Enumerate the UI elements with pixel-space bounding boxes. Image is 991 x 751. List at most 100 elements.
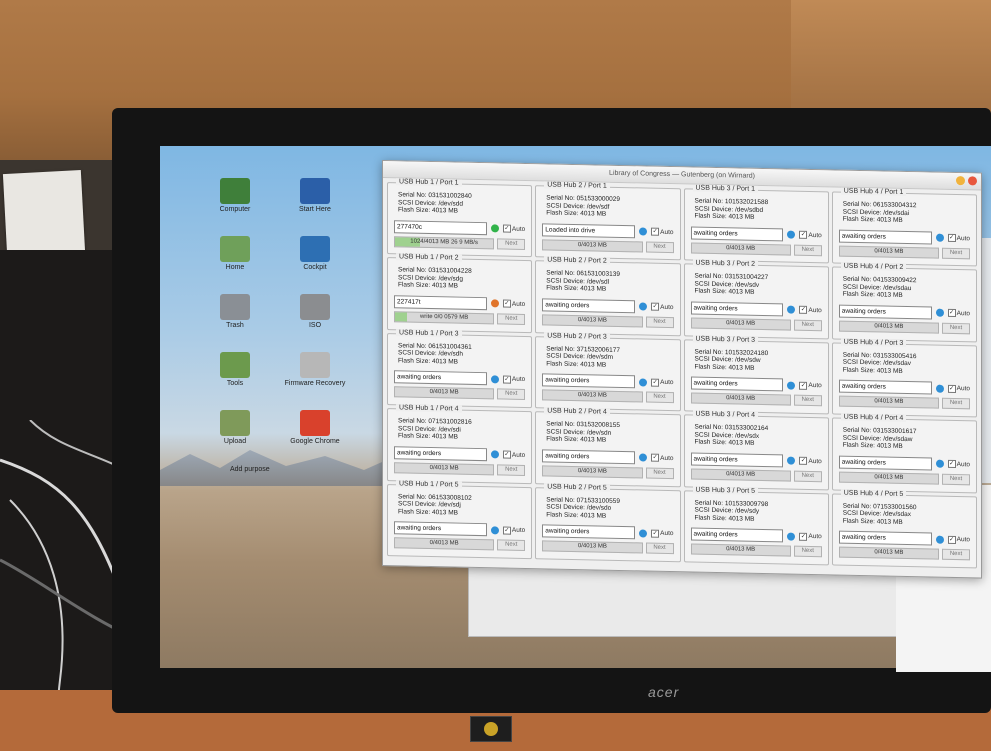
usb-port-panel: USB Hub 1 / Port 5 Serial No: 0615330081… [387,479,533,560]
checkbox-icon[interactable]: ✓ [799,456,808,466]
checkbox-icon[interactable]: ✓ [651,378,660,387]
checkbox-icon[interactable]: ✓ [651,303,660,312]
order-input[interactable]: awaiting orders [542,298,636,314]
next-button[interactable]: Next [942,322,970,335]
next-button[interactable]: Next [793,244,822,256]
desktop-icon[interactable]: Firmware Recovery [280,352,350,388]
port-title: USB Hub 4 / Port 1 [840,187,907,196]
next-button[interactable]: Next [645,316,674,328]
auto-checkbox[interactable]: ✓ Auto [502,224,525,233]
close-button[interactable] [968,176,977,186]
checkbox-icon[interactable]: ✓ [947,535,956,544]
auto-checkbox[interactable]: ✓ Auto [651,453,674,462]
progress-text: 0/4013 MB [726,244,756,252]
auto-checkbox[interactable]: ✓ Auto [947,460,970,469]
next-button[interactable]: Next [497,464,526,476]
next-button[interactable]: Next [497,313,526,325]
auto-checkbox[interactable]: ✓ Auto [651,227,674,236]
next-button[interactable]: Next [793,470,822,482]
auto-checkbox[interactable]: ✓ Auto [799,230,822,239]
desktop-icon[interactable]: Start Here [280,178,350,214]
minimize-button[interactable] [956,176,965,186]
auto-checkbox[interactable]: ✓ Auto [651,303,674,312]
checkbox-icon[interactable]: ✓ [502,526,511,535]
order-input[interactable]: 277470c [394,219,487,235]
checkbox-icon[interactable]: ✓ [502,375,511,384]
checkbox-icon[interactable]: ✓ [502,450,511,459]
auto-checkbox[interactable]: ✓ Auto [799,532,822,541]
gutenberg-app-window[interactable]: Library of Congress — Gutenberg (on Wirn… [382,160,982,579]
order-input[interactable]: 227417t [394,295,487,311]
auto-checkbox[interactable]: ✓ Auto [651,529,674,538]
order-input[interactable]: awaiting orders [542,373,636,389]
desktop-icon[interactable]: Upload [200,410,270,446]
order-input[interactable]: awaiting orders [838,455,932,471]
auto-checkbox[interactable]: ✓ Auto [799,456,822,466]
order-input[interactable]: awaiting orders [394,521,487,537]
next-button[interactable]: Next [645,391,674,404]
next-button[interactable]: Next [793,394,822,407]
next-button[interactable]: Next [497,237,526,250]
auto-checkbox[interactable]: ✓ Auto [502,375,525,384]
checkbox-icon[interactable]: ✓ [799,230,808,239]
next-button[interactable]: Next [497,539,526,552]
port-title: USB Hub 4 / Port 4 [840,413,907,423]
order-input[interactable]: awaiting orders [394,370,487,386]
desktop-icon[interactable]: Computer [200,178,270,214]
desktop-icon[interactable]: Google Chrome [280,410,350,446]
next-button[interactable]: Next [942,247,970,259]
auto-checkbox[interactable]: ✓ Auto [799,381,822,390]
next-button[interactable]: Next [645,241,674,253]
auto-checkbox[interactable]: ✓ Auto [947,384,970,393]
next-button[interactable]: Next [645,542,674,555]
checkbox-icon[interactable]: ✓ [502,224,511,233]
order-input[interactable]: awaiting orders [690,301,784,317]
checkbox-icon[interactable]: ✓ [947,233,956,243]
auto-checkbox[interactable]: ✓ Auto [651,378,674,387]
desktop-icon[interactable]: Home [200,236,270,272]
next-button[interactable]: Next [793,545,822,558]
next-button[interactable]: Next [942,398,970,410]
auto-checkbox[interactable]: ✓ Auto [502,299,525,309]
checkbox-icon[interactable]: ✓ [947,384,956,393]
checkbox-icon[interactable]: ✓ [651,227,660,236]
order-input[interactable]: awaiting orders [394,445,487,461]
auto-checkbox[interactable]: ✓ Auto [799,306,822,315]
auto-checkbox[interactable]: ✓ Auto [947,535,970,544]
desktop-icon[interactable]: ISO [280,294,350,330]
auto-checkbox[interactable]: ✓ Auto [502,526,525,535]
desktop-icon[interactable]: Tools [200,352,270,388]
usb-port-panel: USB Hub 1 / Port 1 Serial No: 0315310028… [387,178,533,258]
order-input[interactable]: awaiting orders [838,379,932,395]
auto-checkbox[interactable]: ✓ Auto [947,309,970,318]
checkbox-icon[interactable]: ✓ [799,381,808,390]
order-input[interactable]: awaiting orders [690,527,784,543]
checkbox-icon[interactable]: ✓ [947,460,956,469]
next-button[interactable]: Next [497,388,526,401]
desktop-icon[interactable]: Trash [200,294,270,330]
next-button[interactable]: Next [942,473,970,486]
usb-port-panel: USB Hub 2 / Port 5 Serial No: 0715331005… [535,482,681,563]
order-input[interactable]: awaiting orders [838,229,932,245]
order-input[interactable]: awaiting orders [690,376,784,392]
iso-icon [300,294,330,320]
next-button[interactable]: Next [645,467,674,479]
checkbox-icon[interactable]: ✓ [799,532,808,541]
checkbox-icon[interactable]: ✓ [651,529,660,538]
checkbox-icon[interactable]: ✓ [502,299,511,309]
next-button[interactable]: Next [793,319,822,332]
checkbox-icon[interactable]: ✓ [947,309,956,318]
order-input[interactable]: awaiting orders [690,452,784,468]
checkbox-icon[interactable]: ✓ [651,453,660,462]
auto-checkbox[interactable]: ✓ Auto [502,450,525,459]
checkbox-icon[interactable]: ✓ [799,306,808,315]
order-input[interactable]: awaiting orders [838,304,932,320]
auto-checkbox[interactable]: ✓ Auto [947,233,970,243]
next-button[interactable]: Next [942,548,970,561]
order-input[interactable]: Loaded into drive [542,222,636,238]
order-input[interactable]: awaiting orders [542,524,636,540]
order-input[interactable]: awaiting orders [542,449,636,464]
order-input[interactable]: awaiting orders [690,225,784,241]
order-input[interactable]: awaiting orders [838,530,932,546]
desktop-icon[interactable]: Cockpit [280,236,350,272]
